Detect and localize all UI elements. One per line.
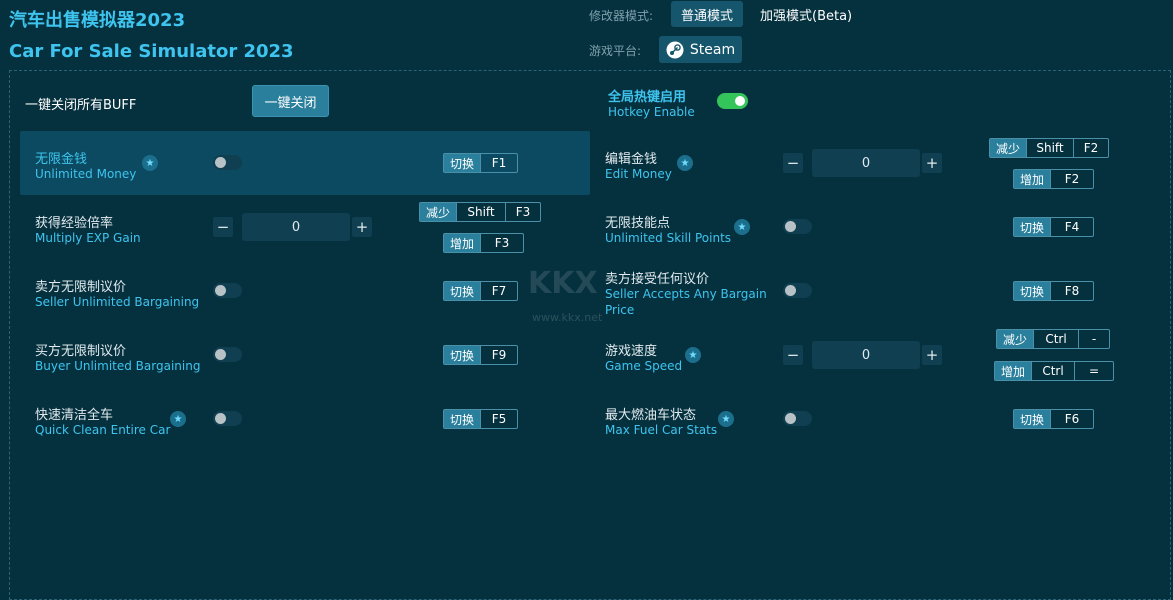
mode-label: 修改器模式: — [589, 9, 654, 23]
edit-money-increment-button[interactable]: + — [922, 153, 942, 173]
seller-accepts-hotkey[interactable]: 切换 F8 — [1013, 281, 1094, 301]
star-icon: ★ — [685, 347, 701, 363]
multiply-exp-label-en: Multiply EXP Gain — [35, 231, 141, 245]
app-title-en: Car For Sale Simulator 2023 — [9, 41, 294, 62]
game-speed-increase-hotkey[interactable]: 增加 Ctrl = — [994, 361, 1114, 381]
buyer-bargain-label-cn: 买方无限制议价 — [35, 344, 127, 359]
buyer-bargain-label-en: Buyer Unlimited Bargaining — [35, 359, 201, 373]
quick-clean-label-cn: 快速清洁全车 — [35, 408, 114, 423]
game-speed-decrement-button[interactable]: − — [783, 345, 803, 365]
multiply-exp-increase-hotkey[interactable]: 增加 F3 — [443, 233, 524, 253]
max-fuel-label-en: Max Fuel Car Stats — [605, 423, 718, 437]
multiply-exp-decrement-button[interactable]: − — [213, 217, 233, 237]
unlimited-money-hotkey[interactable]: 切换 F1 — [443, 153, 518, 173]
quick-clean-toggle[interactable] — [213, 411, 242, 426]
buyer-bargain-hotkey[interactable]: 切换 F9 — [443, 345, 518, 365]
max-fuel-hotkey[interactable]: 切换 F6 — [1013, 409, 1094, 429]
hotkey-enable-label-cn: 全局热键启用 — [608, 90, 687, 105]
unlimited-skill-label-cn: 无限技能点 — [605, 216, 671, 231]
enhanced-mode-button[interactable]: 加强模式(Beta) — [760, 1, 852, 27]
multiply-exp-label-cn: 获得经验倍率 — [35, 216, 114, 231]
seller-bargain-label-cn: 卖方无限制议价 — [35, 280, 127, 295]
steam-label: Steam — [689, 41, 736, 58]
edit-money-label-en: Edit Money — [605, 167, 672, 181]
max-fuel-toggle[interactable] — [783, 411, 812, 426]
edit-money-increase-hotkey[interactable]: 增加 F2 — [1013, 169, 1094, 189]
close-all-label: 一键关闭所有BUFF — [25, 98, 137, 113]
game-speed-label-en: Game Speed — [605, 359, 683, 373]
hotkey-enable-label-en: Hotkey Enable — [608, 105, 695, 119]
seller-bargain-hotkey[interactable]: 切换 F7 — [443, 281, 518, 301]
seller-bargain-label-en: Seller Unlimited Bargaining — [35, 295, 200, 309]
quick-clean-label-en: Quick Clean Entire Car — [35, 423, 171, 437]
game-speed-label-cn: 游戏速度 — [605, 344, 658, 359]
edit-money-input[interactable]: 0 — [812, 149, 920, 177]
game-speed-decrease-hotkey[interactable]: 减少 Ctrl - — [996, 329, 1110, 349]
buyer-bargain-toggle[interactable] — [213, 347, 242, 362]
platform-label: 游戏平台: — [589, 44, 642, 58]
game-speed-increment-button[interactable]: + — [922, 345, 942, 365]
watermark-url: www.kkx.net — [532, 311, 603, 324]
seller-accepts-label-en: Seller Accepts Any Bargain — [605, 287, 767, 301]
star-icon: ★ — [170, 411, 186, 427]
steam-icon — [666, 41, 684, 58]
seller-accepts-label-cn: 卖方接受任何议价 — [605, 272, 710, 287]
unlimited-skill-label-en: Unlimited Skill Points — [605, 231, 732, 245]
seller-accepts-label-en-2: Price — [605, 303, 635, 317]
seller-bargain-toggle[interactable] — [213, 283, 242, 298]
unlimited-money-label-en: Unlimited Money — [35, 167, 137, 181]
watermark-logo: KKX — [528, 266, 598, 301]
close-all-button[interactable]: 一键关闭 — [252, 85, 329, 117]
normal-mode-button[interactable]: 普通模式 — [671, 1, 743, 27]
star-icon: ★ — [142, 155, 158, 171]
seller-accepts-toggle[interactable] — [783, 283, 812, 298]
unlimited-skill-hotkey[interactable]: 切换 F4 — [1013, 217, 1094, 237]
edit-money-decrement-button[interactable]: − — [783, 153, 803, 173]
game-speed-input[interactable]: 0 — [812, 341, 920, 369]
edit-money-label-cn: 编辑金钱 — [605, 152, 658, 167]
multiply-exp-decrease-hotkey[interactable]: 减少 Shift F3 — [419, 202, 541, 222]
hotkey-enable-toggle[interactable] — [717, 93, 748, 109]
star-icon: ★ — [734, 219, 750, 235]
steam-platform-button[interactable]: Steam — [659, 36, 742, 63]
unlimited-money-label-cn: 无限金钱 — [35, 152, 88, 167]
star-icon: ★ — [718, 411, 734, 427]
max-fuel-label-cn: 最大燃油车状态 — [605, 408, 697, 423]
multiply-exp-input[interactable]: 0 — [242, 213, 350, 241]
app-title-cn: 汽车出售模拟器2023 — [9, 10, 186, 31]
star-icon: ★ — [677, 155, 693, 171]
quick-clean-hotkey[interactable]: 切换 F5 — [443, 409, 518, 429]
multiply-exp-increment-button[interactable]: + — [352, 217, 372, 237]
unlimited-skill-toggle[interactable] — [783, 219, 812, 234]
unlimited-money-toggle[interactable] — [213, 155, 242, 170]
edit-money-decrease-hotkey[interactable]: 减少 Shift F2 — [989, 138, 1109, 158]
